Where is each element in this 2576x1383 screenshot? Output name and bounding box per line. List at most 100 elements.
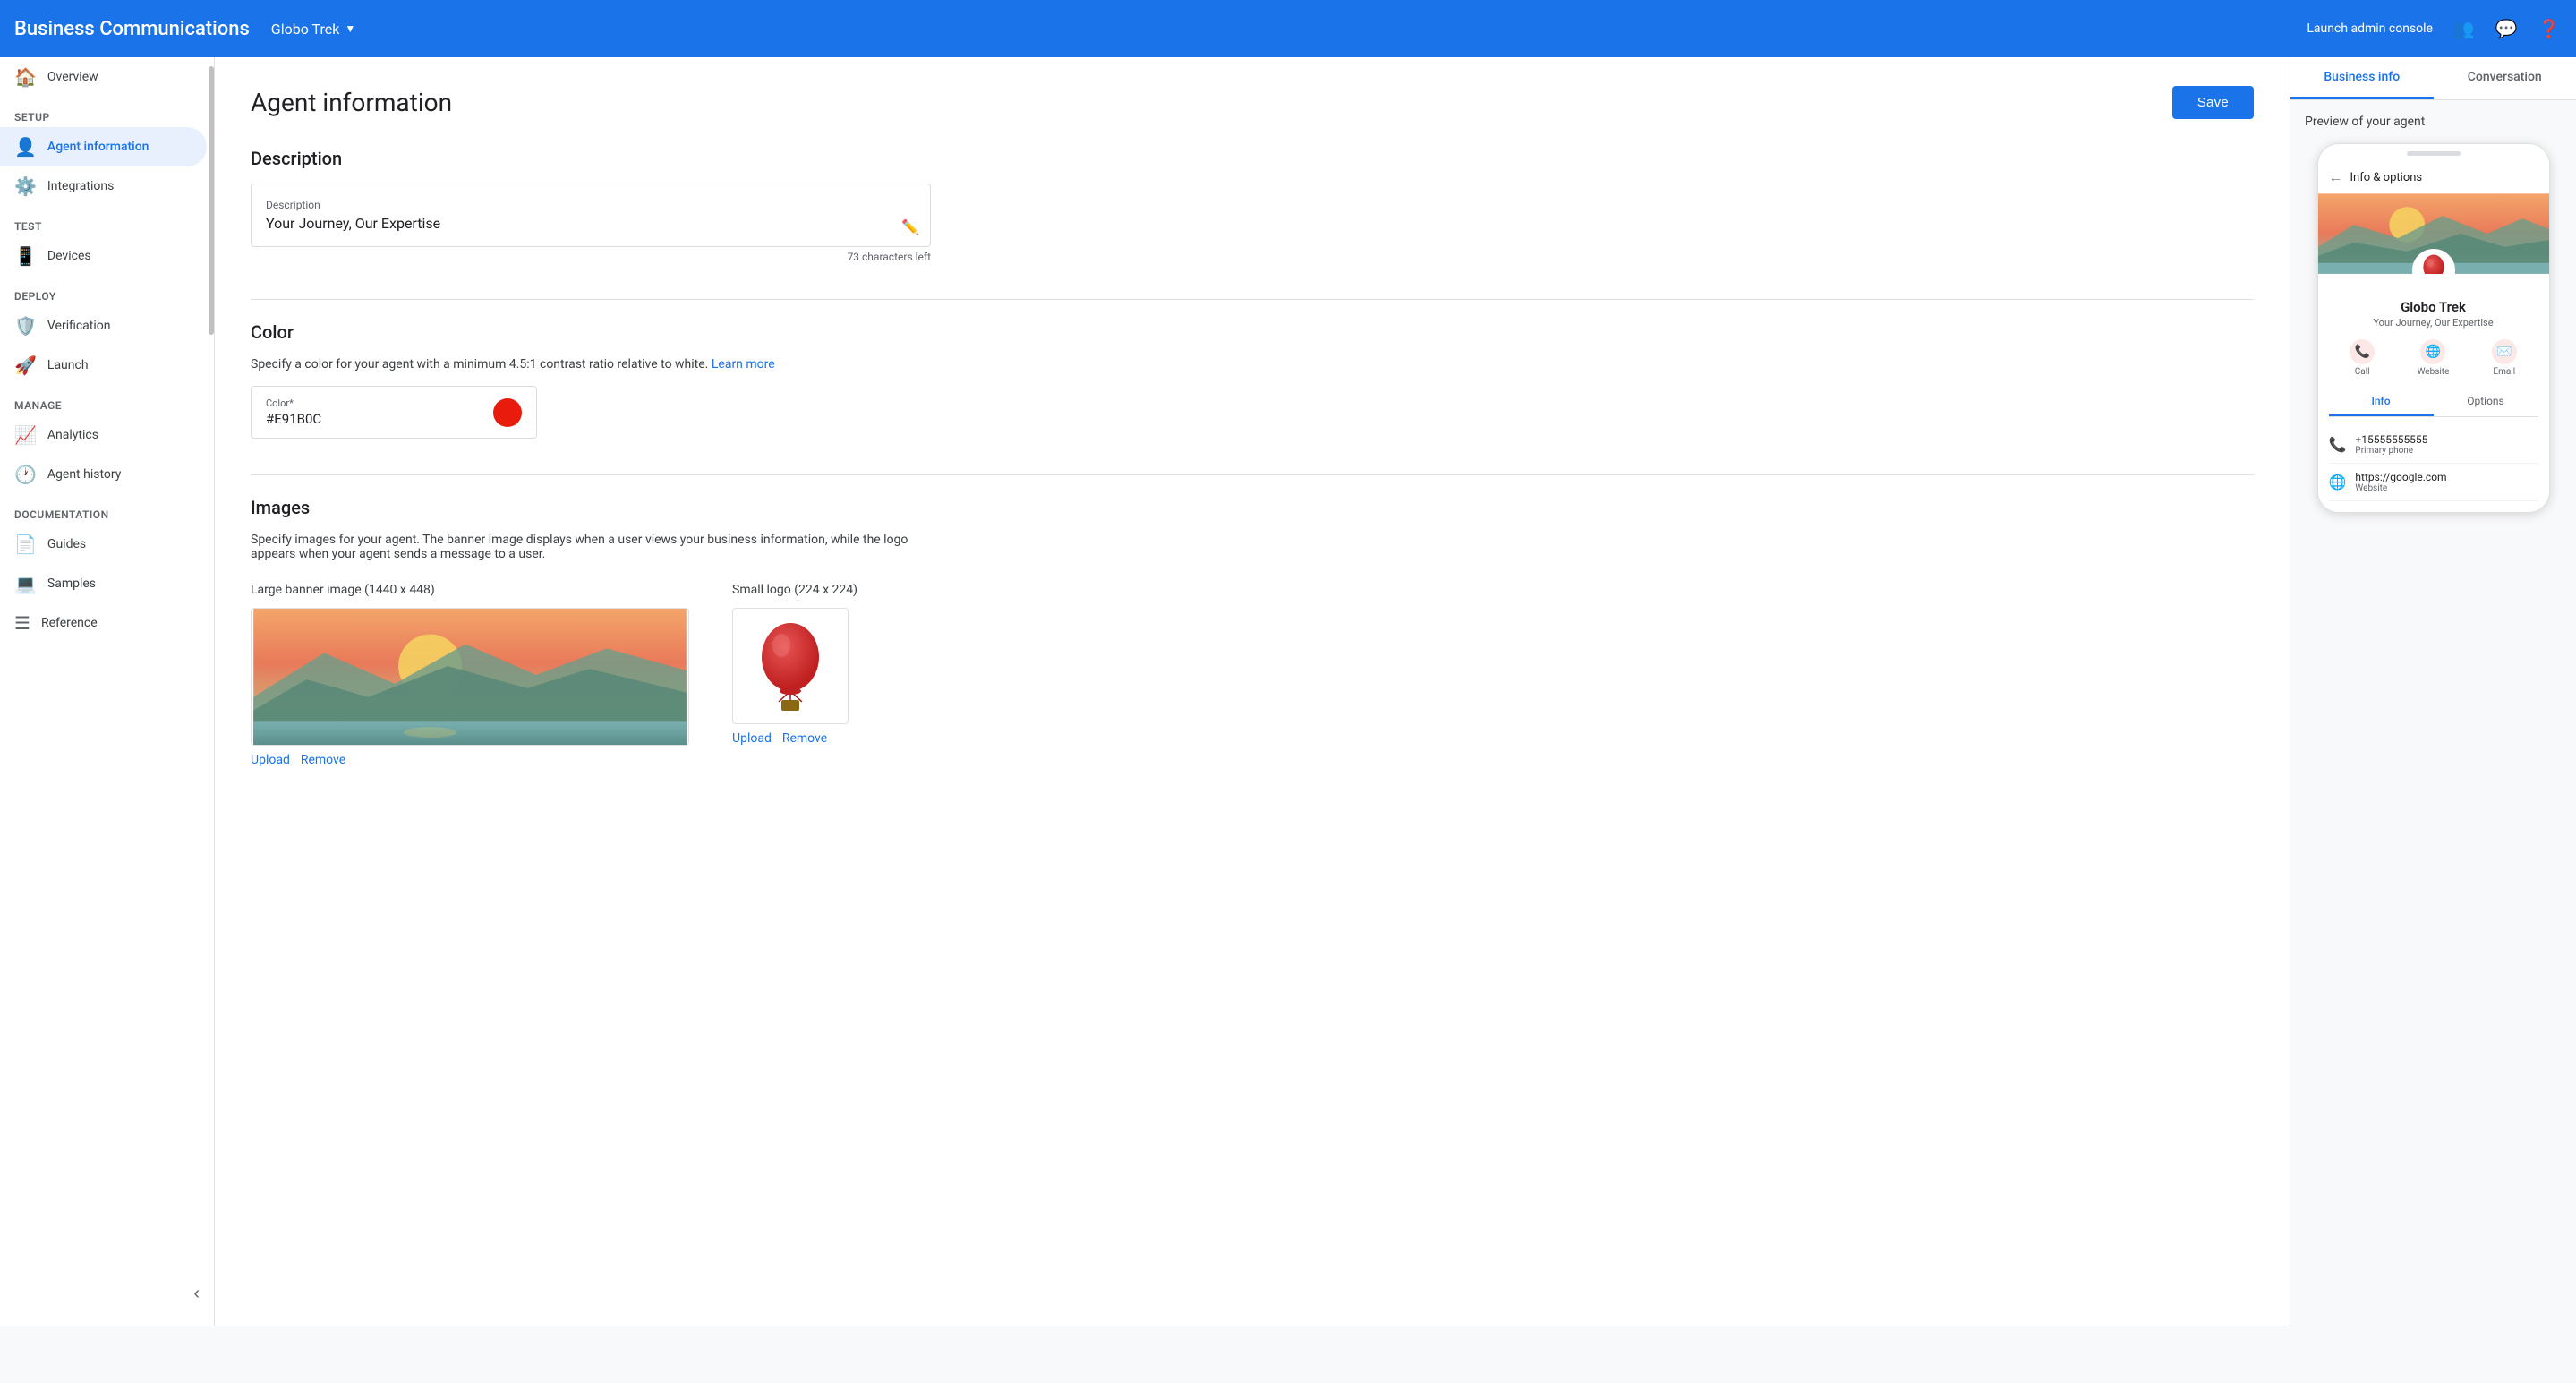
sidebar-item-guides[interactable]: 📄 Guides <box>0 525 207 564</box>
analytics-icon: 📈 <box>14 424 37 446</box>
call-icon: 📞 <box>2350 339 2375 364</box>
sidebar-label-analytics: Analytics <box>47 428 98 442</box>
divider-1 <box>251 299 2254 300</box>
phone-header-text: Info & options <box>2350 171 2423 184</box>
devices-icon: 📱 <box>14 245 37 267</box>
page-header: Agent information Save <box>251 86 2254 119</box>
banner-remove-link[interactable]: Remove <box>301 753 345 767</box>
tab-business-info[interactable]: Business info <box>2290 57 2434 99</box>
edit-icon[interactable]: ✏️ <box>901 218 919 235</box>
chat-icon[interactable]: 💬 <box>2494 16 2519 41</box>
sidebar-label-samples: Samples <box>47 576 96 591</box>
sidebar-item-agent-history[interactable]: 🕐 Agent history <box>0 455 207 494</box>
logo-actions: Upload Remove <box>732 731 857 746</box>
phone-info-phone-icon: 📞 <box>2329 436 2347 453</box>
banner-actions: Upload Remove <box>251 753 689 767</box>
banner-image <box>251 608 689 746</box>
phone-banner <box>2318 193 2549 274</box>
app-title: Business Communications <box>14 18 250 40</box>
sidebar-item-agent-information[interactable]: 👤 Agent information <box>0 127 207 166</box>
color-section: Color Specify a color for your agent wit… <box>251 321 2254 439</box>
logo-block: Small logo (224 x 224) <box>732 583 857 746</box>
description-field[interactable]: Description Your Journey, Our Expertise … <box>251 184 931 247</box>
logo-remove-link[interactable]: Remove <box>782 731 827 746</box>
page-title: Agent information <box>251 88 452 117</box>
sidebar-label-overview: Overview <box>47 70 98 84</box>
banner-block: Large banner image (1440 x 448) <box>251 583 689 767</box>
color-desc-text: Specify a color for your agent with a mi… <box>251 357 708 371</box>
phone-header: ← Info & options <box>2318 161 2549 193</box>
phone-action-email: ✉️ Email <box>2492 339 2517 377</box>
phone-info-phone-sub: Primary phone <box>2355 446 2427 456</box>
phone-action-website: 🌐 Website <box>2418 339 2450 377</box>
email-icon: ✉️ <box>2492 339 2517 364</box>
phone-info-website-text: https://google.com Website <box>2355 471 2446 493</box>
brand-selector[interactable]: Globo Trek ▼ <box>271 21 355 38</box>
samples-icon: 💻 <box>14 573 37 594</box>
phone-sub-tabs: Info Options <box>2329 388 2538 417</box>
phone-sub-tab-info[interactable]: Info <box>2329 388 2434 416</box>
sidebar: 🏠 Overview Setup 👤 Agent information ⚙️ … <box>0 57 215 1326</box>
learn-more-link[interactable]: Learn more <box>712 357 775 371</box>
sidebar-label-agent-information: Agent information <box>47 140 149 154</box>
images-section-title: Images <box>251 497 2254 518</box>
website-icon: 🌐 <box>2420 339 2445 364</box>
integrations-icon: ⚙️ <box>14 175 37 197</box>
sidebar-item-analytics[interactable]: 📈 Analytics <box>0 415 207 455</box>
launch-admin-link[interactable]: Launch admin console <box>2307 21 2433 36</box>
tab-conversation[interactable]: Conversation <box>2434 57 2576 99</box>
sidebar-item-verification[interactable]: 🛡️ Verification <box>0 306 207 346</box>
sidebar-item-devices[interactable]: 📱 Devices <box>0 236 207 276</box>
sidebar-section-manage: Manage <box>0 385 214 415</box>
website-label: Website <box>2418 367 2450 377</box>
sidebar-item-launch[interactable]: 🚀 Launch <box>0 346 207 385</box>
preview-panel: Business info Conversation Preview of yo… <box>2290 57 2576 1326</box>
phone-body: Globo Trek Your Journey, Our Expertise 📞… <box>2318 274 2549 512</box>
description-field-label: Description <box>266 199 916 211</box>
sidebar-section-deploy: Deploy <box>0 276 214 306</box>
phone-info-phone-main: +15555555555 <box>2355 433 2427 446</box>
sidebar-label-reference: Reference <box>41 616 98 630</box>
banner-label: Large banner image (1440 x 448) <box>251 583 689 597</box>
phone-agent-desc: Your Journey, Our Expertise <box>2329 317 2538 329</box>
sidebar-label-devices: Devices <box>47 249 91 263</box>
collapse-button-area: ‹ <box>0 1276 214 1311</box>
sidebar-label-integrations: Integrations <box>47 179 114 193</box>
phone-agent-name: Globo Trek <box>2329 299 2538 315</box>
sidebar-item-overview[interactable]: 🏠 Overview <box>0 57 207 97</box>
char-count: 73 characters left <box>251 251 931 263</box>
reference-icon: ☰ <box>14 612 30 634</box>
phone-info-website-main: https://google.com <box>2355 471 2446 483</box>
collapse-sidebar-button[interactable]: ‹ <box>186 1276 207 1311</box>
preview-tabs: Business info Conversation <box>2290 57 2576 100</box>
phone-actions: 📞 Call 🌐 Website ✉️ Email <box>2329 339 2538 377</box>
email-label: Email <box>2493 367 2515 377</box>
sidebar-section-test: Test <box>0 206 214 236</box>
save-button[interactable]: Save <box>2172 86 2254 119</box>
call-label: Call <box>2355 367 2370 377</box>
sidebar-item-reference[interactable]: ☰ Reference <box>0 603 207 643</box>
images-grid: Large banner image (1440 x 448) <box>251 583 2254 767</box>
sidebar-item-integrations[interactable]: ⚙️ Integrations <box>0 166 207 206</box>
main-content: Agent information Save Description Descr… <box>215 57 2290 1326</box>
phone-sub-tab-options[interactable]: Options <box>2434 388 2538 416</box>
color-description: Specify a color for your agent with a mi… <box>251 357 2254 371</box>
color-field[interactable]: Color* #E91B0C <box>251 386 537 439</box>
banner-upload-link[interactable]: Upload <box>251 753 290 767</box>
color-field-value: #E91B0C <box>266 411 321 427</box>
phone-handle <box>2407 151 2461 156</box>
people-icon[interactable]: 👥 <box>2451 16 2476 41</box>
phone-mockup: ← Info & options <box>2317 143 2550 513</box>
description-section-title: Description <box>251 148 2254 169</box>
logo-image <box>732 608 849 724</box>
chevron-down-icon: ▼ <box>345 22 355 35</box>
description-field-value: Your Journey, Our Expertise <box>266 215 916 232</box>
color-field-inner: Color* #E91B0C <box>266 397 321 427</box>
color-dot <box>493 398 522 427</box>
history-icon: 🕐 <box>14 464 37 485</box>
app-body: 🏠 Overview Setup 👤 Agent information ⚙️ … <box>0 57 2576 1326</box>
sidebar-section-setup: Setup <box>0 97 214 127</box>
help-icon[interactable]: ❓ <box>2537 16 2562 41</box>
sidebar-item-samples[interactable]: 💻 Samples <box>0 564 207 603</box>
logo-upload-link[interactable]: Upload <box>732 731 772 746</box>
